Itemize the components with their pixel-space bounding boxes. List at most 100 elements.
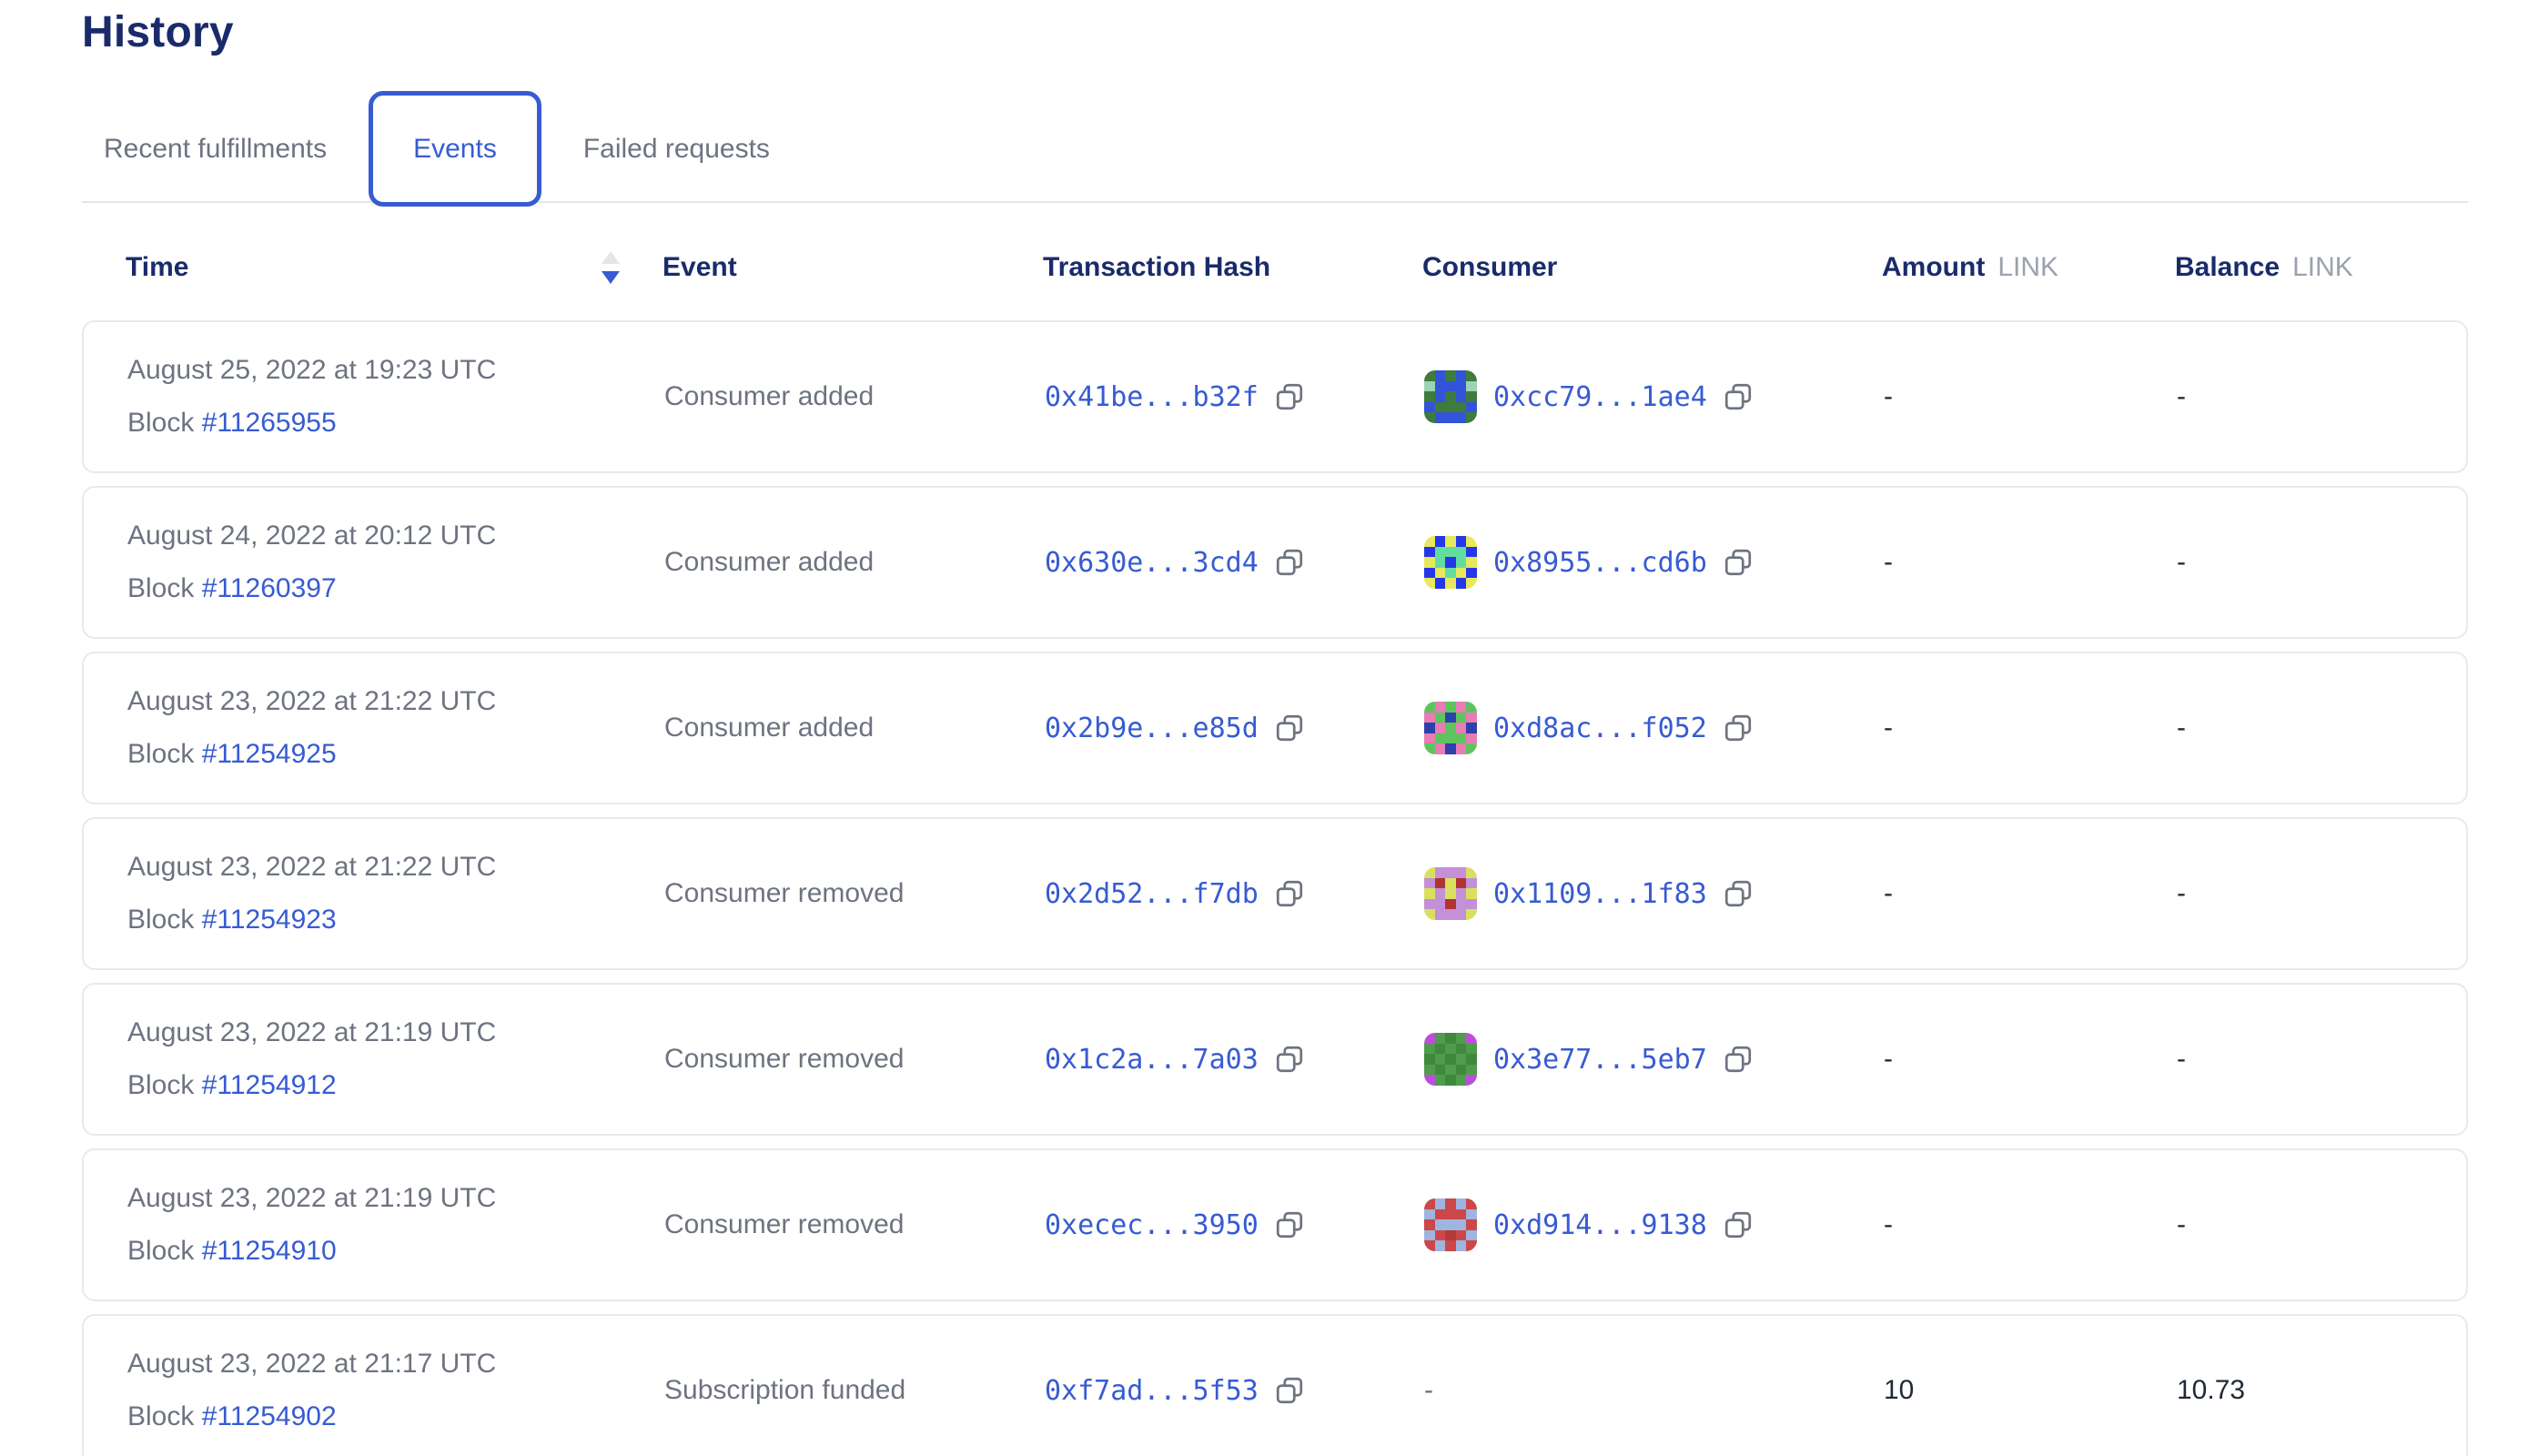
event-type-label: Consumer added [664, 547, 874, 578]
balance-cell: 10.73 [2177, 1375, 2466, 1406]
tab-label: Failed requests [583, 134, 770, 165]
copy-icon [1273, 546, 1306, 579]
block-number-link[interactable]: #11265955 [202, 408, 337, 438]
amount-value: - [1884, 713, 1893, 743]
column-unit-label: LINK [1997, 252, 2058, 283]
block-number-link[interactable]: #11254902 [202, 1401, 337, 1431]
column-header-time[interactable]: Time [126, 249, 662, 286]
column-header-amount: Amount LINK [1882, 252, 2175, 283]
consumer-cell: 0x3e77...5eb7 [1424, 1033, 1884, 1086]
block-line: Block #11254923 [127, 906, 337, 934]
consumer-address-link[interactable]: 0x1109...1f83 [1493, 878, 1707, 910]
consumer-cell: - [1424, 1375, 1884, 1406]
consumer-address-link[interactable]: 0xd8ac...f052 [1493, 713, 1707, 744]
transaction-hash-link[interactable]: 0x1c2a...7a03 [1045, 1044, 1259, 1076]
amount-value: - [1884, 1209, 1893, 1240]
consumer-copy-button[interactable] [1722, 1208, 1754, 1241]
consumer-cell: 0xd914...9138 [1424, 1198, 1884, 1251]
column-header-label: Transaction Hash [1043, 252, 1270, 283]
event-cell: Consumer added [664, 713, 1045, 743]
copy-icon [1273, 1043, 1306, 1076]
block-line: Block #11260397 [127, 575, 337, 602]
amount-cell: - [1884, 1209, 2177, 1240]
consumer-address-link: - [1424, 1375, 1433, 1406]
event-timestamp: August 25, 2022 at 19:23 UTC [127, 357, 496, 384]
event-type-label: Consumer removed [664, 878, 904, 909]
copy-icon [1273, 380, 1306, 413]
block-number-link[interactable]: #11254925 [202, 739, 337, 769]
amount-value: - [1884, 547, 1893, 578]
balance-cell: - [2177, 381, 2466, 412]
balance-cell: - [2177, 1209, 2466, 1240]
consumer-copy-button[interactable] [1722, 380, 1754, 413]
block-number-link[interactable]: #11254910 [202, 1236, 337, 1266]
tab-failed-requests[interactable]: Failed requests [561, 91, 792, 207]
transaction-copy-button[interactable] [1273, 1208, 1306, 1241]
copy-icon [1722, 877, 1754, 910]
amount-cell: - [1884, 1044, 2177, 1075]
event-type-label: Consumer added [664, 713, 874, 743]
consumer-cell: 0xd8ac...f052 [1424, 702, 1884, 754]
consumer-copy-button[interactable] [1722, 1043, 1754, 1076]
consumer-address-link[interactable]: 0x8955...cd6b [1493, 547, 1707, 579]
time-cell: August 23, 2022 at 21:22 UTC Block #1125… [127, 854, 664, 934]
balance-value: - [2177, 381, 2186, 412]
transaction-hash-link[interactable]: 0xf7ad...5f53 [1045, 1375, 1259, 1407]
transaction-copy-button[interactable] [1273, 380, 1306, 413]
consumer-address-link[interactable]: 0xcc79...1ae4 [1493, 381, 1707, 413]
tab-recent-fulfillments[interactable]: Recent fulfillments [82, 91, 349, 207]
consumer-blockie-icon [1424, 1198, 1477, 1251]
block-label: Block [127, 408, 194, 438]
tab-events[interactable]: Events [369, 91, 541, 207]
transaction-copy-button[interactable] [1273, 877, 1306, 910]
block-label: Block [127, 905, 194, 935]
consumer-cell: 0xcc79...1ae4 [1424, 370, 1884, 423]
consumer-address-link[interactable]: 0x3e77...5eb7 [1493, 1044, 1707, 1076]
table-row: August 23, 2022 at 21:17 UTC Block #1125… [82, 1314, 2468, 1456]
event-timestamp: August 23, 2022 at 21:19 UTC [127, 1019, 496, 1046]
consumer-copy-button[interactable] [1722, 712, 1754, 744]
transaction-copy-button[interactable] [1273, 1374, 1306, 1407]
table-row: August 23, 2022 at 21:22 UTC Block #1125… [82, 652, 2468, 804]
tab-label: Events [413, 134, 497, 165]
copy-icon [1722, 1208, 1754, 1241]
sort-descending-icon[interactable] [599, 249, 622, 286]
transaction-copy-button[interactable] [1273, 712, 1306, 744]
amount-cell: - [1884, 547, 2177, 578]
column-header-label: Consumer [1422, 252, 1557, 283]
consumer-blockie-icon [1424, 536, 1477, 589]
column-header-label: Event [662, 252, 737, 283]
transaction-copy-button[interactable] [1273, 1043, 1306, 1076]
table-row: August 23, 2022 at 21:19 UTC Block #1125… [82, 1148, 2468, 1301]
column-header-consumer: Consumer [1422, 252, 1882, 283]
column-header-label: Time [126, 252, 188, 283]
transaction-hash-link[interactable]: 0x2d52...f7db [1045, 878, 1259, 910]
copy-icon [1722, 1043, 1754, 1076]
copy-icon [1273, 1208, 1306, 1241]
block-label: Block [127, 1401, 194, 1431]
time-cell: August 24, 2022 at 20:12 UTC Block #1126… [127, 522, 664, 602]
balance-cell: - [2177, 878, 2466, 909]
transaction-hash-link[interactable]: 0x2b9e...e85d [1045, 713, 1259, 744]
time-cell: August 25, 2022 at 19:23 UTC Block #1126… [127, 357, 664, 437]
consumer-cell: 0x1109...1f83 [1424, 867, 1884, 920]
transaction-hash-link[interactable]: 0xecec...3950 [1045, 1209, 1259, 1241]
balance-value: - [2177, 1044, 2186, 1075]
block-number-link[interactable]: #11260397 [202, 573, 337, 603]
consumer-address-link[interactable]: 0xd914...9138 [1493, 1209, 1707, 1241]
consumer-copy-button[interactable] [1722, 877, 1754, 910]
block-number-link[interactable]: #11254912 [202, 1070, 337, 1100]
block-number-link[interactable]: #11254923 [202, 905, 337, 935]
amount-value: 10 [1884, 1375, 1914, 1406]
transaction-hash-link[interactable]: 0x630e...3cd4 [1045, 547, 1259, 579]
event-cell: Consumer removed [664, 1044, 1045, 1075]
transaction-hash-link[interactable]: 0x41be...b32f [1045, 381, 1259, 413]
consumer-copy-button[interactable] [1722, 546, 1754, 579]
column-header-label: Amount [1882, 252, 1985, 283]
event-type-label: Subscription funded [664, 1375, 905, 1406]
time-cell: August 23, 2022 at 21:17 UTC Block #1125… [127, 1350, 664, 1431]
table-row: August 24, 2022 at 20:12 UTC Block #1126… [82, 486, 2468, 639]
balance-cell: - [2177, 713, 2466, 743]
transaction-copy-button[interactable] [1273, 546, 1306, 579]
balance-value: - [2177, 713, 2186, 743]
